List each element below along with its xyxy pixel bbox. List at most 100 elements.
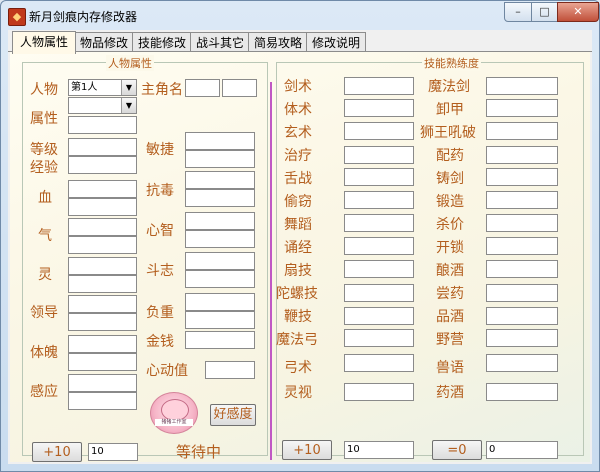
label-person: 人物 [30,82,58,98]
main-name-field-1[interactable] [185,79,220,97]
poison-resist-current-field[interactable] [185,171,255,189]
agility-max-field[interactable] [185,150,255,168]
label-exp: 经验 [30,160,58,176]
load-max-field[interactable] [185,311,255,329]
skill-field-right[interactable] [486,260,558,278]
tab-guide[interactable]: 简易攻略 [248,32,308,53]
exp-field[interactable] [68,156,137,174]
skills-zero-value-field[interactable]: 0 [486,441,558,459]
skills-zero-button[interactable]: =0 [432,440,482,460]
skill-field-left[interactable] [344,284,414,302]
skill-field-right[interactable] [486,191,558,209]
skill-field-left[interactable] [344,307,414,325]
physique-max-field[interactable] [68,353,137,371]
chevron-down-icon[interactable]: ▼ [121,98,136,113]
skill-field-right[interactable] [486,168,558,186]
skill-field-right[interactable] [486,383,558,401]
app-window: ◆ 新月剑痕内存修改器 – □ ✕ 人物属性 物品修改 技能修改 战斗其它 简易… [0,0,600,472]
chevron-down-icon[interactable]: ▼ [121,80,136,95]
skill-label-left: 舌战 [284,171,312,187]
tab-battle[interactable]: 战斗其它 [190,32,250,53]
client-area: 人物属性 物品修改 技能修改 战斗其它 简易攻略 修改说明 人物属性 技能熟练度… [8,30,592,464]
character-group-title: 人物属性 [106,55,154,71]
skill-field-left[interactable] [344,146,414,164]
skill-field-left[interactable] [344,77,414,95]
label-affection: 心动值 [146,363,188,379]
maximize-button[interactable]: □ [531,2,558,22]
level-field[interactable] [68,138,137,156]
skill-label-right: 魔法剑 [428,79,470,95]
skill-label-left: 弓术 [284,360,312,376]
load-current-field[interactable] [185,293,255,311]
perception-max-field[interactable] [68,392,137,410]
label-intellect: 心智 [146,223,174,239]
skill-field-right[interactable] [486,122,558,140]
skill-field-left[interactable] [344,383,414,401]
leadership-max-field[interactable] [68,313,137,331]
hp-current-field[interactable] [68,180,137,198]
skill-field-left[interactable] [344,237,414,255]
leadership-current-field[interactable] [68,295,137,313]
agility-current-field[interactable] [185,132,255,150]
skill-field-left[interactable] [344,329,414,347]
skill-field-right[interactable] [486,99,558,117]
spirit-max-field[interactable] [68,275,137,293]
intellect-max-field[interactable] [185,230,255,248]
label-hp: 血 [38,190,52,206]
skill-field-left[interactable] [344,168,414,186]
skill-label-right: 兽语 [436,360,464,376]
character-plus-value-field[interactable]: 10 [88,443,138,461]
qi-max-field[interactable] [68,236,137,254]
skills-plus10-button[interactable]: +10 [282,440,332,460]
spirit-current-field[interactable] [68,257,137,275]
skill-field-right[interactable] [486,214,558,232]
fighting-will-current-field[interactable] [185,252,255,270]
skill-field-left[interactable] [344,191,414,209]
skill-field-right[interactable] [486,329,558,347]
skill-label-right: 尝药 [436,286,464,302]
money-field[interactable] [185,331,255,349]
skill-field-right[interactable] [486,354,558,372]
skill-label-left: 玄术 [284,125,312,141]
label-agility: 敏捷 [146,142,174,158]
tab-character[interactable]: 人物属性 [12,31,76,54]
qi-current-field[interactable] [68,218,137,236]
person-select[interactable]: 第1人 ▼ [68,79,137,96]
skill-field-left[interactable] [344,214,414,232]
physique-current-field[interactable] [68,335,137,353]
skill-field-right[interactable] [486,146,558,164]
hp-max-field[interactable] [68,198,137,216]
affection-field[interactable] [205,361,255,379]
tab-items[interactable]: 物品修改 [74,32,134,53]
skill-label-left: 扇技 [284,263,312,279]
skill-field-left[interactable] [344,260,414,278]
attribute-field[interactable] [68,116,137,134]
label-qi: 气 [38,228,52,244]
character-plus10-button[interactable]: +10 [32,442,82,462]
skill-label-left: 魔法弓 [276,332,318,348]
minimize-button[interactable]: – [504,2,532,22]
fighting-will-max-field[interactable] [185,270,255,288]
tab-skills[interactable]: 技能修改 [132,32,192,53]
main-name-field-2[interactable] [222,79,257,97]
close-button[interactable]: ✕ [557,2,599,22]
skill-label-right: 品酒 [436,309,464,325]
skill-field-right[interactable] [486,284,558,302]
skill-field-left[interactable] [344,99,414,117]
poison-resist-max-field[interactable] [185,189,255,207]
perception-current-field[interactable] [68,374,137,392]
skill-field-right[interactable] [486,77,558,95]
tab-help[interactable]: 修改说明 [306,32,366,53]
skill-label-right: 铸剑 [436,171,464,187]
skill-field-left[interactable] [344,122,414,140]
skills-plus-value-field[interactable]: 10 [344,441,414,459]
skill-field-left[interactable] [344,354,414,372]
skill-field-right[interactable] [486,307,558,325]
skill-label-right: 野营 [436,332,464,348]
favor-button[interactable]: 好感度 [210,404,256,426]
skill-label-left: 舞蹈 [284,217,312,233]
skill-label-right: 配药 [436,148,464,164]
skill-field-right[interactable] [486,237,558,255]
intellect-current-field[interactable] [185,212,255,230]
attribute-select[interactable]: ▼ [68,97,137,114]
